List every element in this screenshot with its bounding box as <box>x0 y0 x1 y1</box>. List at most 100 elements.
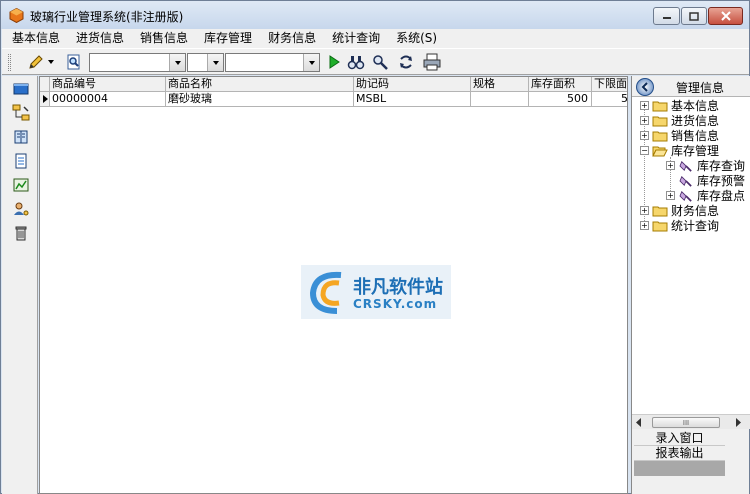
side-toolbar <box>2 76 38 494</box>
delete-button[interactable] <box>11 223 31 243</box>
col-product-code[interactable]: 商品编号 <box>50 77 166 92</box>
magnifier-document-icon <box>67 54 80 70</box>
combo-arrow[interactable] <box>207 54 223 71</box>
cell-mnemonic[interactable]: MSBL <box>354 92 471 107</box>
tree-node-purchase-info[interactable]: + 进货信息 <box>640 113 719 128</box>
document-icon <box>15 153 27 169</box>
menu-sales-info[interactable]: 销售信息 <box>134 29 194 48</box>
row-indicator[interactable] <box>40 92 50 107</box>
menu-finance-info[interactable]: 财务信息 <box>262 29 322 48</box>
window-view-button[interactable] <box>11 79 31 99</box>
minimize-button[interactable] <box>653 7 680 25</box>
close-icon <box>720 11 731 21</box>
expand-icon[interactable]: + <box>666 161 675 170</box>
tree-node-basic-info[interactable]: + 基本信息 <box>640 98 719 113</box>
menu-purchase-info[interactable]: 进货信息 <box>70 29 130 48</box>
menu-basic-info[interactable]: 基本信息 <box>6 29 66 48</box>
expand-icon[interactable]: + <box>666 191 675 200</box>
maximize-icon <box>689 11 699 21</box>
menu-system[interactable]: 系统(S) <box>390 29 443 48</box>
tree-node-stock-query[interactable]: + 库存查询 <box>666 158 745 173</box>
scroll-right-icon[interactable] <box>736 418 742 427</box>
col-product-name[interactable]: 商品名称 <box>166 77 354 92</box>
cell-product-name[interactable]: 磨砂玻璃 <box>166 92 354 107</box>
col-stock-area[interactable]: 库存面积 <box>529 77 592 92</box>
entry-window-button[interactable]: 录入窗口 <box>634 431 725 446</box>
collapse-icon[interactable]: − <box>640 146 649 155</box>
app-icon <box>9 8 24 23</box>
menu-inventory[interactable]: 库存管理 <box>198 29 258 48</box>
preview-button[interactable] <box>64 52 84 72</box>
tree-node-statistics[interactable]: + 统计查询 <box>640 218 719 233</box>
toolbar-grip[interactable] <box>8 54 11 71</box>
cell-lower-limit[interactable]: 5 <box>592 92 627 107</box>
user-key-icon <box>14 202 29 216</box>
management-panel: 管理信息 + 基本信息 + 进货信息 + 销售信息 − 库存管理 + 库存查询 … <box>631 76 750 494</box>
menu-bar: 基本信息 进货信息 销售信息 库存管理 财务信息 统计查询 系统(S) <box>2 29 749 48</box>
user-settings-button[interactable] <box>11 199 31 219</box>
org-chart-button[interactable] <box>11 103 31 123</box>
printer-icon <box>423 53 441 71</box>
folder-icon <box>652 116 668 126</box>
col-lower-limit[interactable]: 下限面 <box>592 77 627 92</box>
key-icon <box>679 160 692 172</box>
crsky-logo-icon <box>309 271 342 314</box>
combo-arrow[interactable] <box>169 54 185 71</box>
value-combo[interactable] <box>225 53 320 72</box>
report-output-button[interactable]: 报表输出 <box>634 446 725 461</box>
tree-node-label: 统计查询 <box>671 219 720 233</box>
panel-header: 管理信息 <box>632 76 750 97</box>
cell-stock-area[interactable]: 500 <box>529 92 592 107</box>
window-icon <box>13 83 29 95</box>
run-button[interactable] <box>324 52 344 72</box>
expand-icon[interactable]: + <box>640 101 649 110</box>
cell-product-code[interactable]: 00000004 <box>50 92 166 107</box>
key-icon <box>679 175 692 187</box>
current-row-icon <box>43 95 48 103</box>
find-next-button[interactable] <box>371 52 391 72</box>
combo-arrow[interactable] <box>303 54 319 71</box>
operator-combo[interactable] <box>187 53 224 72</box>
panel-separator <box>634 461 725 476</box>
header-corner[interactable] <box>40 77 50 92</box>
menu-statistics[interactable]: 统计查询 <box>326 29 386 48</box>
folder-icon <box>652 101 668 111</box>
binoculars-icon <box>347 56 365 70</box>
find-button[interactable] <box>346 52 366 72</box>
col-spec[interactable]: 规格 <box>471 77 529 92</box>
expand-icon[interactable]: + <box>640 221 649 230</box>
expand-icon[interactable]: + <box>640 206 649 215</box>
expand-icon[interactable]: + <box>640 116 649 125</box>
collapse-panel-button[interactable] <box>636 78 654 96</box>
edit-dropdown-button[interactable] <box>46 52 56 72</box>
tree-node-finance-info[interactable]: + 财务信息 <box>640 203 719 218</box>
watermark-subtitle: CRSKY.com <box>353 297 438 311</box>
tree-node-inventory[interactable]: − 库存管理 <box>640 143 719 158</box>
cell-spec[interactable] <box>471 92 529 107</box>
tree-node-stock-check[interactable]: + 库存盘点 <box>666 188 745 203</box>
document-button[interactable] <box>11 151 31 171</box>
folder-icon <box>652 221 668 231</box>
maximize-button[interactable] <box>681 7 707 25</box>
chevron-left-icon <box>641 82 648 92</box>
book-button[interactable] <box>11 127 31 147</box>
col-mnemonic[interactable]: 助记码 <box>354 77 471 92</box>
refresh-button[interactable] <box>396 52 416 72</box>
binoculars-icon <box>373 55 388 70</box>
edit-button[interactable] <box>26 52 46 72</box>
category-combo[interactable] <box>89 53 186 72</box>
tree-node-sales-info[interactable]: + 销售信息 <box>640 128 719 143</box>
toolbar <box>2 48 749 75</box>
navigation-tree[interactable]: + 基本信息 + 进货信息 + 销售信息 − 库存管理 + 库存查询 库存预警 … <box>632 97 750 414</box>
table-row[interactable]: 00000004 磨砂玻璃 MSBL 500 5 <box>40 92 627 107</box>
horizontal-scrollbar[interactable]: III <box>632 414 750 429</box>
expand-icon[interactable]: + <box>640 131 649 140</box>
scroll-left-icon[interactable] <box>636 418 642 427</box>
chart-button[interactable] <box>11 175 31 195</box>
print-button[interactable] <box>422 52 442 72</box>
title-bar: 玻璃行业管理系统(非注册版) <box>1 1 749 29</box>
scroll-thumb[interactable]: III <box>652 417 720 428</box>
panel-title: 管理信息 <box>676 81 725 95</box>
close-button[interactable] <box>708 7 743 25</box>
tree-node-stock-warning[interactable]: 库存预警 <box>678 173 745 188</box>
